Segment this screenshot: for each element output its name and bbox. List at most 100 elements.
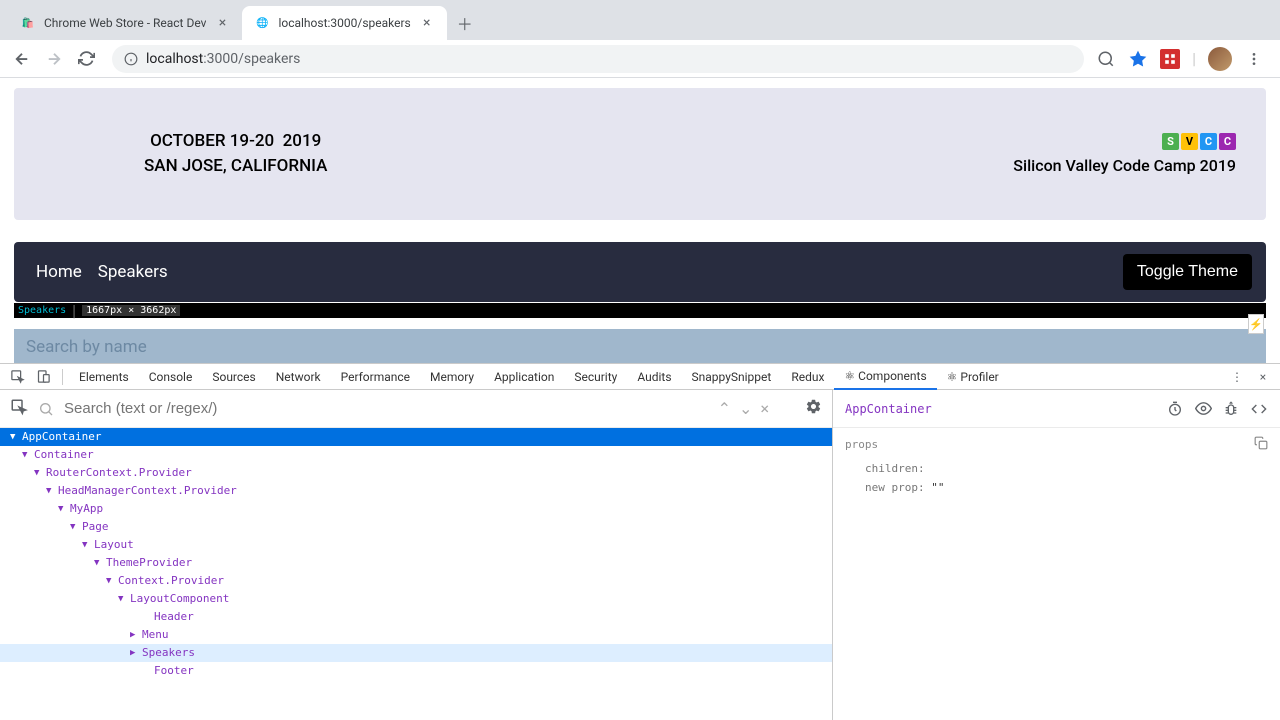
tree-node[interactable]: Page bbox=[0, 518, 832, 536]
browser-tab-inactive[interactable]: 🛍️ Chrome Web Store - React Dev × bbox=[8, 6, 242, 40]
devtools-tab[interactable]: Audits bbox=[627, 364, 681, 390]
logo-s: S bbox=[1162, 133, 1179, 150]
devtools-tab[interactable]: Application bbox=[484, 364, 564, 390]
devtools-tab[interactable]: Console bbox=[139, 364, 203, 390]
devtools-menu-icon[interactable]: ⋮ bbox=[1224, 364, 1250, 390]
bug-icon[interactable] bbox=[1222, 400, 1240, 418]
devtools-tab[interactable]: ⚛ Profiler bbox=[937, 364, 1009, 390]
expand-arrow-icon[interactable] bbox=[70, 518, 80, 536]
expand-arrow-icon[interactable] bbox=[94, 554, 104, 572]
expand-arrow-icon[interactable] bbox=[46, 482, 56, 500]
search-icon[interactable] bbox=[1096, 49, 1116, 69]
expand-arrow-icon[interactable] bbox=[58, 500, 68, 518]
tab-title: localhost:3000/speakers bbox=[278, 16, 410, 30]
close-icon[interactable]: × bbox=[214, 15, 230, 31]
tree-node[interactable]: LayoutComponent bbox=[0, 590, 832, 608]
tree-node[interactable]: ThemeProvider bbox=[0, 554, 832, 572]
tree-node[interactable]: Menu bbox=[0, 626, 832, 644]
browser-tab-active[interactable]: 🌐 localhost:3000/speakers × bbox=[242, 6, 446, 40]
prop-row[interactable]: new prop: "" bbox=[845, 478, 1268, 497]
devtools-tab[interactable]: Sources bbox=[202, 364, 265, 390]
tree-node-label: Speakers bbox=[142, 644, 195, 662]
bookmark-star-icon[interactable] bbox=[1128, 49, 1148, 69]
component-tree-panel: ⌃ ⌄ × AppContainerContainerRouterContext… bbox=[0, 390, 833, 720]
expand-arrow-icon[interactable] bbox=[82, 536, 92, 554]
search-close-icon[interactable]: × bbox=[760, 399, 769, 418]
eye-icon[interactable] bbox=[1194, 400, 1212, 418]
tree-node[interactable]: MyApp bbox=[0, 500, 832, 518]
expand-arrow-icon[interactable] bbox=[10, 428, 20, 446]
tree-toolbar: ⌃ ⌄ × bbox=[0, 390, 832, 428]
search-next-icon[interactable]: ⌄ bbox=[739, 399, 752, 418]
select-element-icon[interactable] bbox=[10, 398, 28, 420]
tree-node-label: LayoutComponent bbox=[130, 590, 229, 608]
expand-arrow-icon[interactable] bbox=[118, 590, 128, 608]
new-tab-button[interactable]: ＋ bbox=[451, 9, 479, 37]
tree-node-label: AppContainer bbox=[22, 428, 101, 446]
header-banner: OCTOBER 19-20 2019 SAN JOSE, CALIFORNIA … bbox=[14, 88, 1266, 220]
profile-avatar[interactable] bbox=[1208, 47, 1232, 71]
component-tree[interactable]: AppContainerContainerRouterContext.Provi… bbox=[0, 428, 832, 720]
tree-node[interactable]: Container bbox=[0, 446, 832, 464]
devtools-tab[interactable]: Security bbox=[564, 364, 627, 390]
gear-icon[interactable] bbox=[805, 398, 822, 419]
expand-arrow-icon[interactable] bbox=[22, 446, 32, 464]
speaker-search[interactable]: Search by name ⚡ bbox=[14, 329, 1266, 365]
tree-node-label: Menu bbox=[142, 626, 169, 644]
devtools-tab[interactable]: Elements bbox=[69, 364, 139, 390]
prop-row[interactable]: children: bbox=[845, 459, 1268, 478]
tree-node[interactable]: RouterContext.Provider bbox=[0, 464, 832, 482]
devtools-close-icon[interactable]: × bbox=[1250, 364, 1276, 390]
tree-node[interactable]: Header bbox=[0, 608, 832, 626]
expand-arrow-icon[interactable] bbox=[106, 572, 116, 590]
info-icon bbox=[124, 52, 138, 66]
expand-arrow-icon[interactable] bbox=[130, 626, 140, 644]
menu-icon[interactable] bbox=[1244, 49, 1264, 69]
chrome-store-favicon: 🛍️ bbox=[20, 15, 36, 31]
tree-node-label: MyApp bbox=[70, 500, 103, 518]
lightning-icon[interactable]: ⚡ bbox=[1248, 314, 1264, 334]
extension-icon[interactable] bbox=[1160, 49, 1180, 69]
devtools-tab[interactable]: SnappySnippet bbox=[682, 364, 782, 390]
search-prev-icon[interactable]: ⌃ bbox=[718, 399, 731, 418]
tree-node[interactable]: Speakers bbox=[0, 644, 832, 662]
stopwatch-icon[interactable] bbox=[1166, 400, 1184, 418]
back-button[interactable] bbox=[8, 45, 36, 73]
close-icon[interactable]: × bbox=[419, 15, 435, 31]
tree-node[interactable]: Context.Provider bbox=[0, 572, 832, 590]
expand-arrow-icon[interactable] bbox=[34, 464, 44, 482]
devtools-tab[interactable]: Memory bbox=[420, 364, 484, 390]
toggle-theme-button[interactable]: Toggle Theme bbox=[1123, 254, 1252, 290]
tree-node-label: Layout bbox=[94, 536, 134, 554]
nav-home[interactable]: Home bbox=[36, 262, 82, 282]
devtools-tab[interactable]: ⚛ Components bbox=[834, 364, 936, 390]
tree-node-label: HeadManagerContext.Provider bbox=[58, 482, 237, 500]
tree-search-input[interactable] bbox=[64, 400, 708, 417]
device-toggle-icon[interactable] bbox=[30, 364, 56, 390]
address-bar[interactable]: localhost:3000/speakers bbox=[112, 45, 1084, 73]
props-panel: AppContainer props children: new prop: "… bbox=[833, 390, 1280, 720]
devtools-tab[interactable]: Network bbox=[266, 364, 331, 390]
tab-title: Chrome Web Store - React Dev bbox=[44, 16, 206, 30]
tree-node[interactable]: HeadManagerContext.Provider bbox=[0, 482, 832, 500]
inspect-element-icon[interactable] bbox=[4, 364, 30, 390]
devtools-tab[interactable]: Performance bbox=[331, 364, 420, 390]
selected-component-name: AppContainer bbox=[845, 402, 932, 416]
banner-info: OCTOBER 19-20 2019 SAN JOSE, CALIFORNIA bbox=[144, 129, 327, 180]
source-icon[interactable] bbox=[1250, 400, 1268, 418]
tree-node[interactable]: AppContainer bbox=[0, 428, 832, 446]
tree-node-label: Page bbox=[82, 518, 109, 536]
devtools-panel: ElementsConsoleSourcesNetworkPerformance… bbox=[0, 363, 1280, 720]
devtools-tab[interactable]: Redux bbox=[781, 364, 834, 390]
banner-brand: S V C C Silicon Valley Code Camp 2019 bbox=[1013, 133, 1236, 175]
tree-node-label: Header bbox=[154, 608, 194, 626]
toolbar-actions: | bbox=[1096, 47, 1272, 71]
tree-node[interactable]: Layout bbox=[0, 536, 832, 554]
forward-button[interactable] bbox=[40, 45, 68, 73]
tree-node[interactable]: Footer bbox=[0, 662, 832, 680]
copy-icon[interactable] bbox=[1254, 436, 1268, 453]
reload-button[interactable] bbox=[72, 45, 100, 73]
nav-speakers[interactable]: Speakers bbox=[98, 262, 168, 282]
expand-arrow-icon[interactable] bbox=[130, 644, 140, 662]
svcc-logo: S V C C bbox=[1013, 133, 1236, 150]
